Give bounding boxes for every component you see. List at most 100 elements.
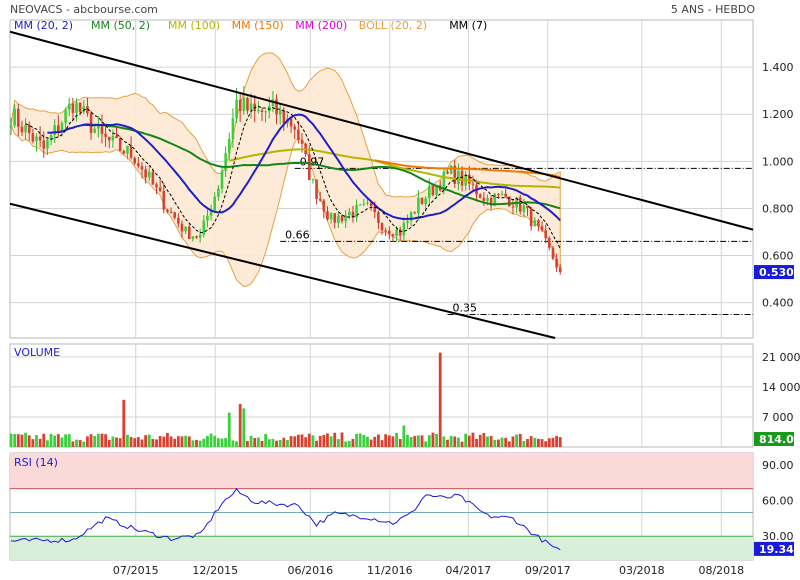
volume-bar bbox=[13, 434, 17, 447]
volume-bar bbox=[504, 437, 508, 447]
candle-body bbox=[358, 204, 362, 206]
volume-bar bbox=[206, 435, 209, 447]
volume-bar bbox=[336, 439, 340, 447]
candle-body bbox=[395, 229, 398, 237]
candle-body bbox=[151, 172, 155, 185]
volume-bar bbox=[144, 435, 148, 447]
candle-body bbox=[322, 200, 326, 212]
candle-body bbox=[420, 197, 424, 205]
candle-body bbox=[446, 171, 449, 174]
rsi-oversold-zone bbox=[10, 536, 753, 560]
volume-bar bbox=[49, 433, 53, 447]
volume-bar bbox=[235, 441, 238, 447]
volume-bar bbox=[391, 436, 395, 447]
volume-bar bbox=[537, 438, 540, 447]
volume-bar bbox=[60, 437, 64, 447]
legend-item: MM (200) bbox=[295, 19, 347, 32]
chart-title: NEOVACS - abcbourse.com bbox=[10, 3, 158, 16]
candle-body bbox=[242, 97, 246, 112]
volume-bar bbox=[253, 438, 257, 447]
candle-body bbox=[126, 145, 129, 154]
volume-bar bbox=[24, 432, 27, 447]
volume-bar bbox=[267, 439, 271, 447]
legend-item: BOLL (20, 2) bbox=[359, 19, 427, 32]
candle-body bbox=[82, 106, 86, 113]
candle-body bbox=[195, 236, 198, 238]
volume-bar bbox=[340, 432, 344, 447]
volume-bar bbox=[420, 435, 424, 447]
candle-body bbox=[169, 211, 173, 213]
candle-body bbox=[457, 170, 460, 184]
volume-bar bbox=[438, 352, 442, 447]
volume-bar bbox=[278, 439, 282, 447]
volume-bar bbox=[158, 436, 162, 447]
candle-body bbox=[155, 184, 158, 188]
legend-item: MM (7) bbox=[449, 19, 487, 32]
volume-bar bbox=[460, 441, 464, 447]
volume-bar bbox=[344, 441, 348, 447]
volume-bar bbox=[176, 436, 180, 447]
candle-body bbox=[413, 212, 417, 214]
volume-bar bbox=[333, 432, 337, 447]
candle-body bbox=[293, 126, 297, 130]
last-volume-label: 814.0 bbox=[759, 433, 794, 446]
candle-body bbox=[166, 209, 169, 212]
price-tick-label: 1.000 bbox=[762, 155, 794, 168]
volume-bar bbox=[202, 438, 206, 447]
candle-body bbox=[184, 226, 187, 232]
volume-bar bbox=[264, 433, 268, 447]
volume-bar bbox=[209, 433, 213, 447]
volume-bar bbox=[282, 437, 286, 447]
x-tick-label: 04/2017 bbox=[445, 564, 491, 577]
candle-body bbox=[558, 267, 562, 273]
volume-bar bbox=[402, 425, 406, 447]
level-label: 0.35 bbox=[452, 301, 477, 314]
volume-bar bbox=[427, 435, 431, 447]
candle-body bbox=[118, 137, 122, 151]
candle-body bbox=[278, 110, 282, 115]
candle-body bbox=[133, 157, 136, 164]
volume-bar bbox=[173, 438, 177, 447]
candle-body bbox=[355, 205, 358, 218]
volume-bar bbox=[446, 439, 449, 447]
candle-body bbox=[75, 102, 78, 113]
volume-bar bbox=[558, 437, 562, 447]
x-tick-label: 08/2018 bbox=[698, 564, 744, 577]
candle-body bbox=[173, 212, 177, 218]
volume-bar bbox=[326, 433, 329, 447]
candle-body bbox=[235, 99, 238, 119]
candle-body bbox=[217, 188, 220, 197]
volume-bar bbox=[507, 441, 511, 447]
candle-body bbox=[428, 185, 431, 199]
candle-body bbox=[518, 197, 522, 212]
volume-bar bbox=[355, 433, 358, 447]
volume-bar bbox=[384, 434, 388, 447]
volume-bar bbox=[409, 436, 413, 447]
candle-body bbox=[522, 205, 526, 212]
candle-body bbox=[380, 222, 384, 231]
volume-bar bbox=[20, 434, 24, 447]
candle-body bbox=[326, 211, 329, 220]
axis-layer: 07/2015 12/2015 06/2016 11/2016 04/2017 09/20… bbox=[113, 61, 800, 577]
volume-bar bbox=[118, 438, 122, 447]
volume-bar bbox=[293, 436, 297, 447]
volume-bar bbox=[380, 440, 384, 447]
volume-bar bbox=[358, 433, 362, 447]
candle-body bbox=[551, 247, 555, 259]
candle-body bbox=[180, 223, 184, 232]
volume-bar bbox=[89, 434, 93, 447]
candle-body bbox=[482, 197, 486, 201]
candle-body bbox=[460, 170, 464, 186]
candle-body bbox=[198, 234, 202, 238]
volume-bar bbox=[82, 441, 86, 447]
candle-body bbox=[147, 172, 151, 178]
volume-bar bbox=[413, 436, 417, 447]
volume-bar bbox=[100, 433, 104, 447]
x-tick-label: 09/2017 bbox=[525, 564, 571, 577]
volume-bar bbox=[31, 439, 35, 447]
volume-bar bbox=[151, 439, 155, 447]
volume-bar bbox=[456, 437, 460, 447]
volume-bar bbox=[526, 438, 529, 447]
candle-body bbox=[115, 135, 118, 138]
volume-bar bbox=[467, 435, 471, 447]
